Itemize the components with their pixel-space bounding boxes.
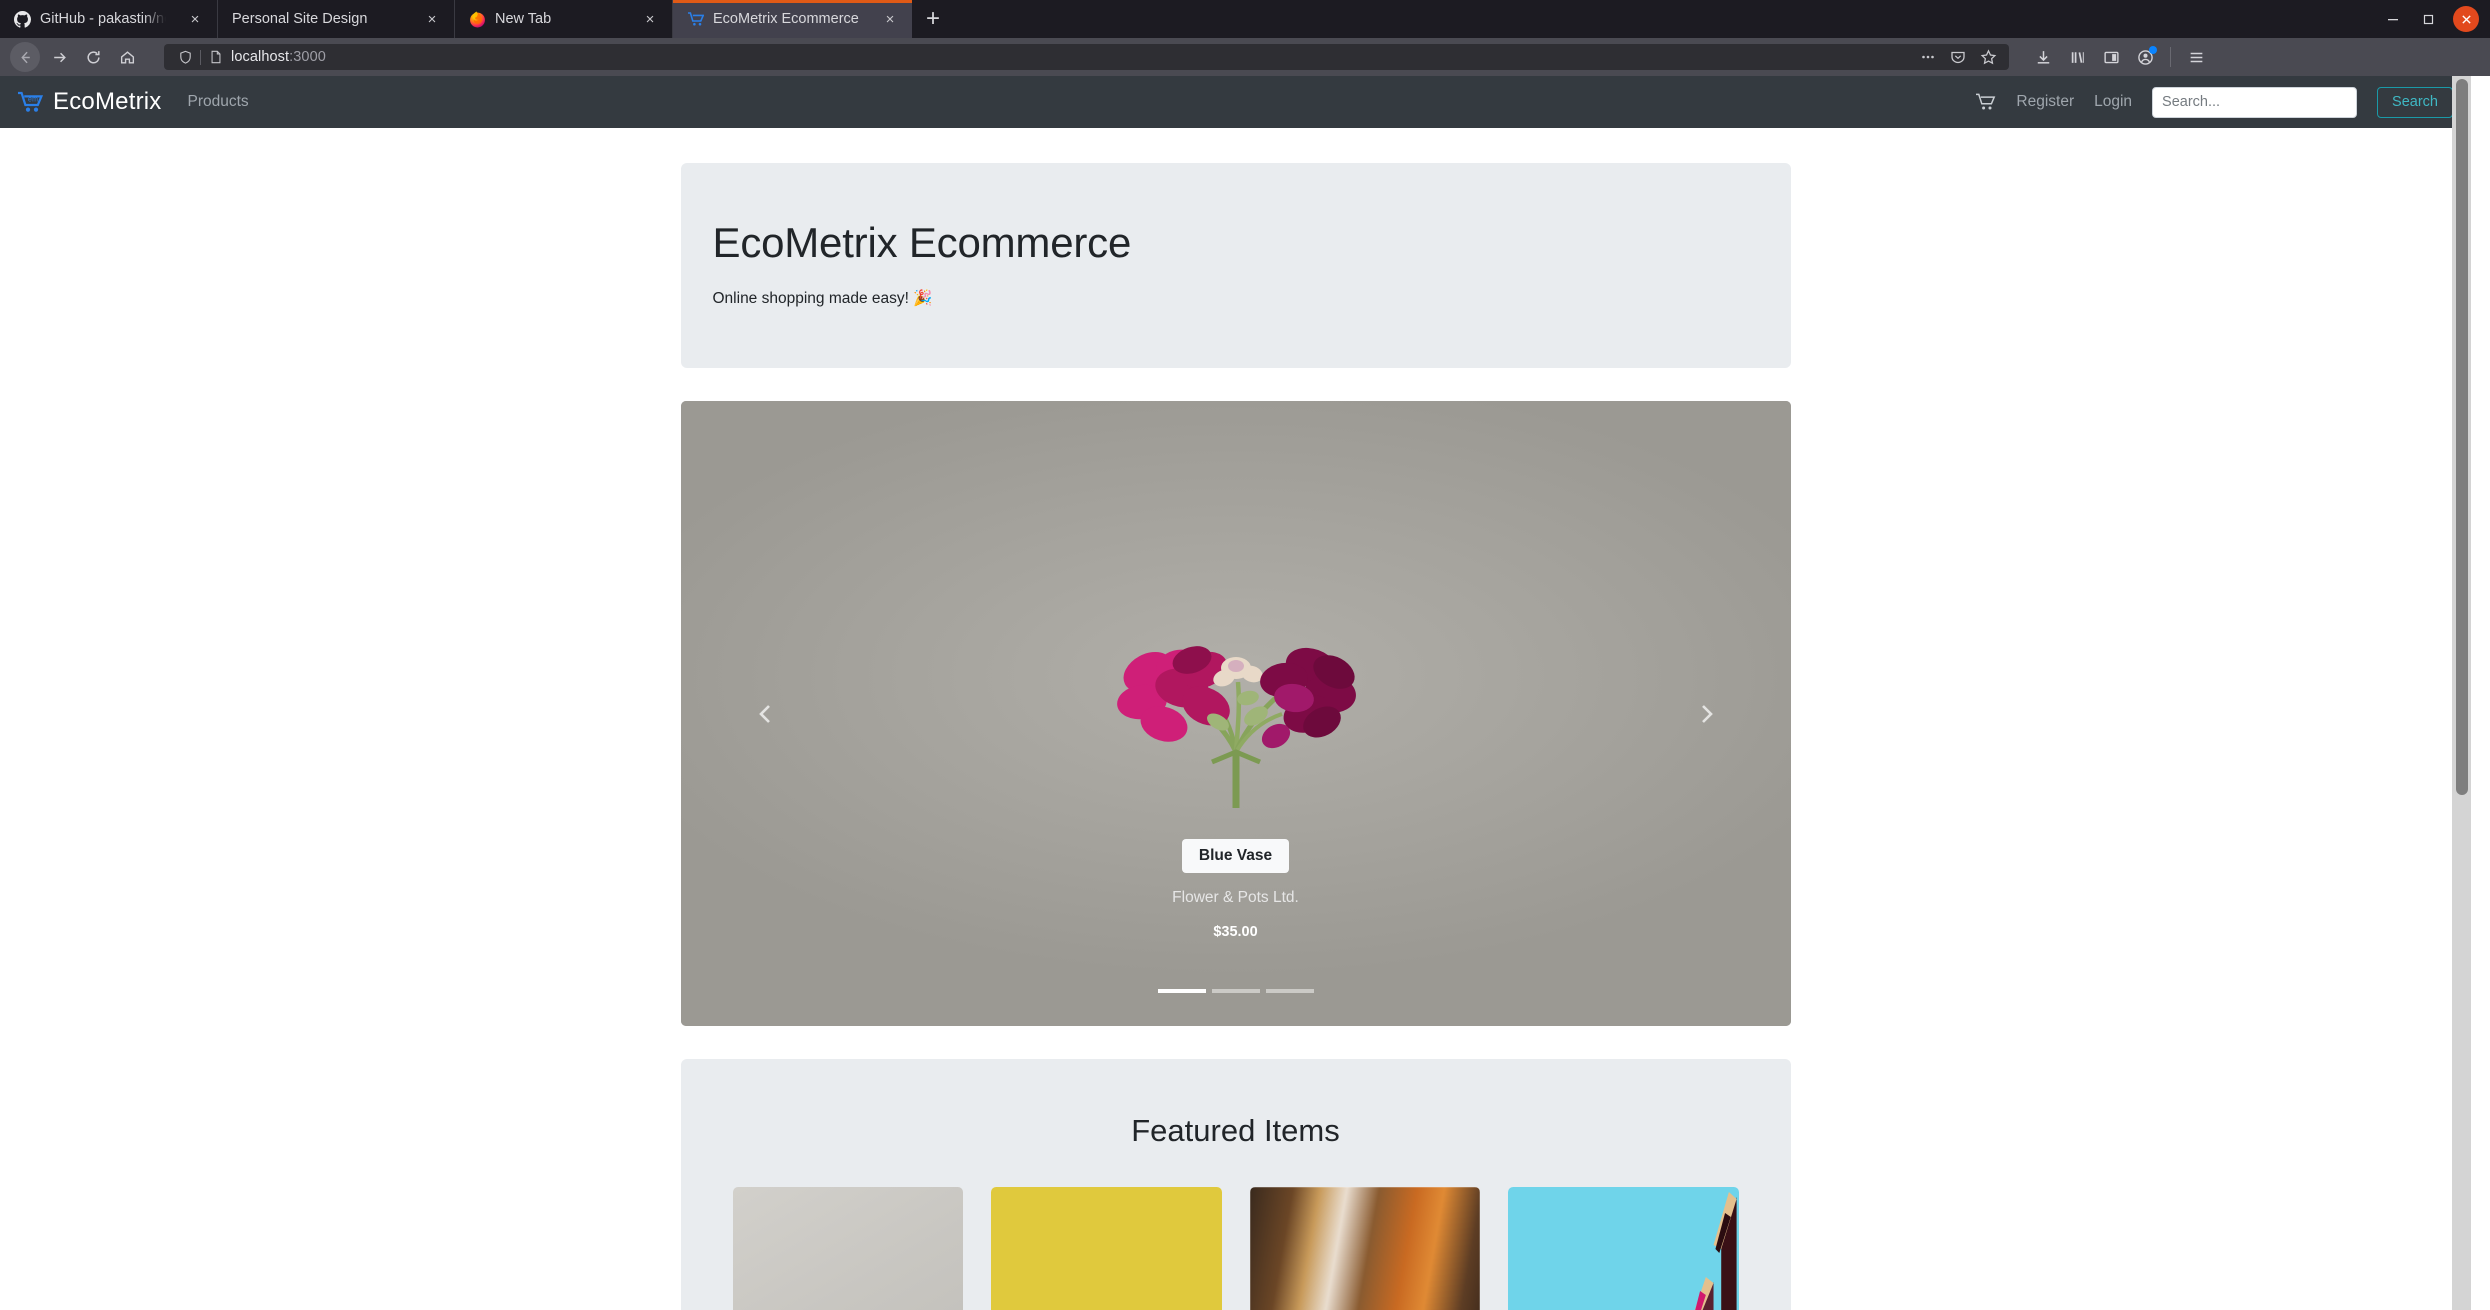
- product-vendor: Flower & Pots Ltd.: [1172, 889, 1299, 906]
- product-carousel[interactable]: Blue Vase Flower & Pots Ltd. $35.00: [680, 401, 1791, 1026]
- tab-bar: GitHub - pakastin/nodeg × Personal Site …: [0, 0, 2490, 38]
- product-image: [1508, 1187, 1739, 1310]
- featured-card-shop[interactable]: [1249, 1187, 1480, 1310]
- product-image: [991, 1187, 1222, 1310]
- scrollbar-thumb[interactable]: [2456, 79, 2468, 795]
- close-window-button[interactable]: [2453, 6, 2479, 32]
- address-bar[interactable]: localhost:3000: [164, 44, 2009, 70]
- tabbar-spacer: [953, 0, 2375, 38]
- account-icon[interactable]: [2129, 42, 2161, 72]
- tracking-protection-shield-icon[interactable]: [172, 50, 198, 65]
- nav-link-products[interactable]: Products: [188, 93, 249, 111]
- product-price: $35.00: [1213, 924, 1258, 940]
- nav-link-register[interactable]: Register: [2016, 93, 2074, 111]
- featured-items-section: Featured Items: [680, 1059, 1791, 1310]
- browser-tab-new-tab[interactable]: New Tab ×: [455, 0, 673, 38]
- home-icon[interactable]: [112, 42, 142, 72]
- account-notification-badge: [2149, 46, 2157, 54]
- downloads-icon[interactable]: [2027, 42, 2059, 72]
- bookmark-star-icon[interactable]: [1975, 45, 2001, 69]
- product-name-badge[interactable]: Blue Vase: [1181, 839, 1290, 873]
- carousel-indicators: [681, 989, 1791, 993]
- forward-arrow-icon[interactable]: [44, 42, 74, 72]
- cart-icon: [687, 11, 704, 28]
- reload-icon[interactable]: [78, 42, 108, 72]
- firefox-icon: [469, 11, 486, 28]
- tab-close-button[interactable]: ×: [880, 9, 900, 29]
- search-button[interactable]: Search: [2377, 86, 2453, 118]
- search-input[interactable]: [2152, 86, 2358, 118]
- featured-title: Featured Items: [1131, 1113, 1340, 1148]
- back-arrow-icon[interactable]: [10, 42, 40, 72]
- carousel-caption: Blue Vase Flower & Pots Ltd. $35.00: [681, 839, 1791, 940]
- browser-navigation-bar: localhost:3000: [0, 38, 2490, 76]
- tab-close-button[interactable]: ×: [185, 9, 205, 29]
- browser-tab-personal-site[interactable]: Personal Site Design ×: [218, 0, 455, 38]
- url-divider: [200, 49, 201, 65]
- page-viewport: em EcoMetrix Products Register Login Sea…: [0, 76, 2490, 1310]
- library-icon[interactable]: [2061, 42, 2093, 72]
- github-icon: [14, 10, 31, 28]
- featured-card-mug[interactable]: [991, 1187, 1222, 1310]
- web-page: em EcoMetrix Products Register Login Sea…: [0, 76, 2471, 1310]
- browser-window: GitHub - pakastin/nodeg × Personal Site …: [0, 0, 2490, 1310]
- svg-text:em: em: [28, 97, 38, 104]
- window-controls: [2375, 0, 2490, 38]
- address-bar-actions: [1915, 45, 2001, 69]
- carousel-indicator-1[interactable]: [1157, 989, 1206, 993]
- page-scrollbar[interactable]: [2452, 76, 2471, 1310]
- browser-toolbar-icons: [2023, 42, 2212, 72]
- url-host: localhost: [231, 49, 290, 65]
- featured-card-vase[interactable]: [732, 1187, 963, 1310]
- nav-link-login[interactable]: Login: [2094, 93, 2132, 111]
- minimize-button[interactable]: [2375, 6, 2411, 32]
- page-subtitle: Online shopping made easy! 🎉: [712, 290, 933, 307]
- page-title: EcoMetrix Ecommerce: [712, 219, 1132, 266]
- pocket-icon[interactable]: [1945, 45, 1971, 69]
- tab-title: EcoMetrix Ecommerce: [713, 11, 859, 27]
- page-info-icon[interactable]: [207, 50, 225, 64]
- toolbar-divider: [2170, 47, 2171, 67]
- carousel-indicator-2[interactable]: [1211, 989, 1260, 993]
- carousel-indicator-3[interactable]: [1265, 989, 1314, 993]
- carousel-slide-image: [1116, 645, 1356, 808]
- brand-logo[interactable]: em EcoMetrix: [18, 88, 162, 116]
- tab-title: New Tab: [495, 11, 552, 27]
- shopping-cart-icon: em: [18, 91, 44, 112]
- app-menu-icon[interactable]: [2180, 42, 2212, 72]
- tab-close-button[interactable]: ×: [640, 9, 660, 29]
- cart-icon[interactable]: [1976, 93, 1996, 111]
- sidebar-icon[interactable]: [2095, 42, 2127, 72]
- ellipsis-icon[interactable]: [1915, 45, 1941, 69]
- navbar-right-group: Register Login Search: [1976, 86, 2453, 118]
- browser-tab-github[interactable]: GitHub - pakastin/nodeg ×: [0, 0, 218, 38]
- url-text: localhost:3000: [231, 49, 326, 65]
- tab-close-button[interactable]: ×: [422, 9, 442, 29]
- hero-jumbotron: EcoMetrix Ecommerce Online shopping made…: [680, 163, 1791, 368]
- maximize-button[interactable]: [2411, 6, 2447, 32]
- brand-name: EcoMetrix: [53, 88, 162, 115]
- new-tab-button[interactable]: +: [913, 0, 953, 38]
- product-image: [732, 1187, 963, 1310]
- product-image: [1249, 1187, 1480, 1310]
- tab-title: GitHub - pakastin/nodeg: [40, 11, 166, 27]
- featured-card-pencils[interactable]: [1508, 1187, 1739, 1310]
- featured-grid: [732, 1187, 1739, 1310]
- url-port: :3000: [289, 49, 326, 65]
- tab-title: Personal Site Design: [232, 11, 368, 27]
- page-container: EcoMetrix Ecommerce Online shopping made…: [680, 128, 1791, 1310]
- browser-tab-ecometrix[interactable]: EcoMetrix Ecommerce ×: [673, 0, 913, 38]
- site-navbar: em EcoMetrix Products Register Login Sea…: [0, 76, 2471, 128]
